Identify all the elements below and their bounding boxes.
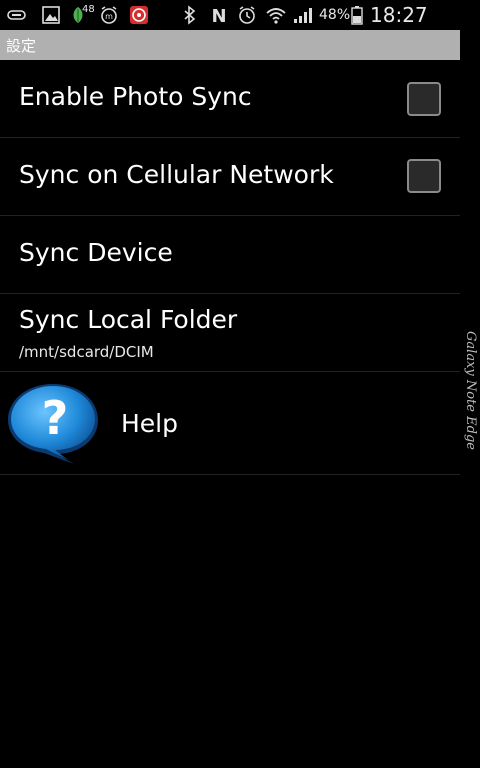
help-bubble-icon: ? (4, 380, 102, 466)
setting-help[interactable]: ? Help (0, 372, 460, 475)
battery-percent: 48% (319, 7, 351, 23)
edge-panel-text-wrap: Galaxy Note Edge (460, 320, 480, 460)
setting-label: Enable Photo Sync (19, 82, 252, 111)
edge-panel-text: Galaxy Note Edge (462, 330, 478, 450)
leaf-badge: 48 (82, 3, 95, 15)
signal-icon (292, 0, 314, 30)
app-notification-icon (128, 0, 150, 30)
battery-icon (350, 0, 364, 30)
title-bar: 設定 (0, 30, 460, 60)
setting-enable-photo-sync[interactable]: Enable Photo Sync (0, 60, 460, 138)
battery-saver-icon (6, 0, 28, 30)
wifi-icon (264, 0, 288, 30)
setting-label: Sync Local Folder (19, 305, 238, 334)
setting-sync-cellular[interactable]: Sync on Cellular Network (0, 138, 460, 216)
sync-cellular-checkbox[interactable] (407, 159, 441, 193)
enable-photo-sync-checkbox[interactable] (407, 82, 441, 116)
setting-sublabel: /mnt/sdcard/DCIM (19, 343, 154, 361)
svg-text:m: m (105, 12, 113, 21)
bluetooth-icon (180, 0, 200, 30)
status-time: 18:27 (370, 3, 428, 27)
page-title: 設定 (6, 36, 37, 55)
setting-label: Sync Device (19, 238, 173, 267)
nfc-icon: N (208, 0, 230, 30)
setting-label: Help (121, 409, 178, 438)
setting-sync-local-folder[interactable]: Sync Local Folder /mnt/sdcard/DCIM (0, 294, 460, 372)
alarm-icon (236, 0, 258, 30)
svg-text:?: ? (42, 391, 69, 445)
setting-label: Sync on Cellular Network (19, 160, 334, 189)
svg-text:N: N (211, 6, 226, 24)
setting-sync-device[interactable]: Sync Device (0, 216, 460, 294)
image-icon (40, 0, 62, 30)
settings-list: Enable Photo Sync Sync on Cellular Netwo… (0, 60, 460, 475)
status-bar: 48 m N 48% 18:27 (0, 0, 460, 30)
alarm-clock-m-icon: m (98, 0, 120, 30)
